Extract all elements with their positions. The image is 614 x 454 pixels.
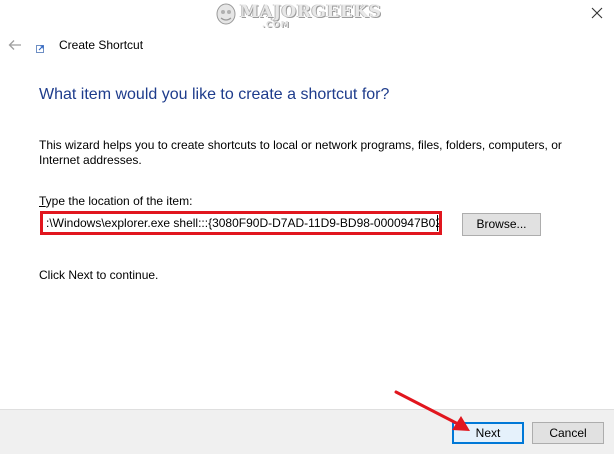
watermark-domain: .COM xyxy=(262,20,290,29)
shortcut-app-icon xyxy=(36,45,44,53)
continue-instructions: Click Next to continue. xyxy=(39,268,159,282)
wizard-description: This wizard helps you to create shortcut… xyxy=(39,138,562,167)
window-title: Create Shortcut xyxy=(59,38,144,52)
watermark-logo-icon xyxy=(216,3,236,25)
watermark-brand: MAJORGEEKS xyxy=(240,2,382,22)
back-arrow-icon[interactable] xyxy=(8,39,22,51)
location-input[interactable]: :\Windows\explorer.exe shell:::{3080F90D… xyxy=(40,211,442,235)
text-caret xyxy=(437,215,438,231)
location-label-text: ype the location of the item: xyxy=(45,194,193,208)
location-label-accelerator: T xyxy=(39,194,46,208)
location-label: Type the location of the item: xyxy=(39,194,192,208)
browse-button[interactable]: Browse... xyxy=(462,213,541,236)
create-shortcut-window: MAJORGEEKS .COM Create Shortcut What ite… xyxy=(0,0,614,454)
majorgeeks-watermark: MAJORGEEKS .COM xyxy=(214,0,381,32)
cancel-button[interactable]: Cancel xyxy=(532,422,604,444)
page-heading: What item would you like to create a sho… xyxy=(39,86,390,103)
next-button[interactable]: Next xyxy=(452,422,524,444)
close-icon[interactable] xyxy=(590,6,604,20)
